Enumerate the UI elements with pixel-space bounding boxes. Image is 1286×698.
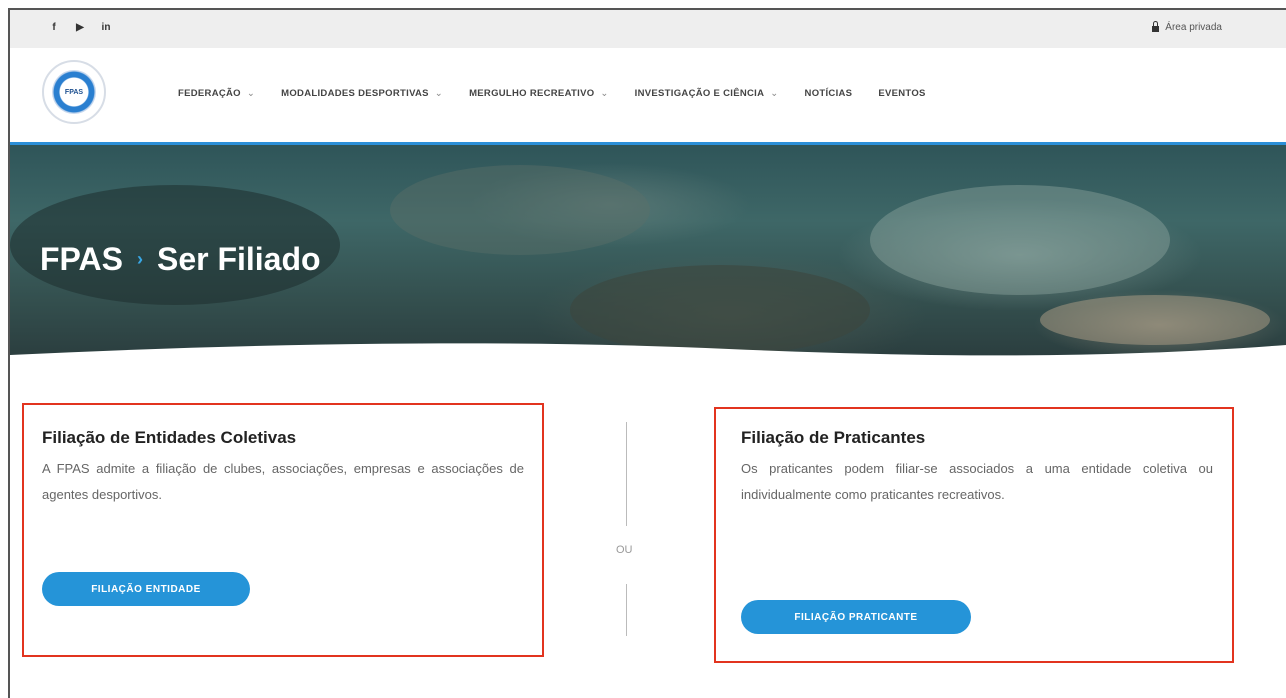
nav-item-eventos[interactable]: EVENTOS bbox=[878, 88, 925, 99]
chevron-down-icon: ⌄ bbox=[246, 88, 256, 99]
divider-top bbox=[626, 422, 627, 526]
browser-frame: f ▶ in Área privada FPAS FEDERAÇÃO ⌄ MODA… bbox=[8, 8, 1286, 698]
divider-bottom bbox=[626, 584, 627, 636]
card-entidades: Filiação de Entidades Coletivas A FPAS a… bbox=[42, 428, 524, 508]
nav-item-investigacao[interactable]: INVESTIGAÇÃO E CIÊNCIA ⌄ bbox=[635, 88, 779, 99]
card-title: Filiação de Praticantes bbox=[741, 428, 926, 447]
hero-wave bbox=[10, 343, 1286, 363]
chevron-right-icon: › bbox=[136, 249, 143, 269]
divider-label: OU bbox=[616, 544, 633, 556]
social-links: f ▶ in bbox=[48, 22, 112, 33]
nav-item-noticias[interactable]: NOTÍCIAS bbox=[805, 88, 853, 99]
breadcrumb-root[interactable]: FPAS bbox=[40, 241, 123, 278]
utility-bar: f ▶ in Área privada bbox=[10, 10, 1286, 48]
card-title: Filiação de Entidades Coletivas bbox=[42, 428, 297, 447]
logo-emblem: FPAS bbox=[52, 70, 96, 114]
private-area-link[interactable]: Área privada bbox=[1152, 21, 1222, 33]
linkedin-icon[interactable]: in bbox=[100, 22, 112, 33]
chevron-down-icon: ⌄ bbox=[600, 88, 609, 99]
lock-icon bbox=[1152, 21, 1160, 32]
nav-item-modalidades[interactable]: MODALIDADES DESPORTIVAS ⌄ bbox=[281, 88, 443, 99]
private-area-label: Área privada bbox=[1165, 22, 1222, 33]
hero-rock bbox=[390, 165, 650, 255]
chevron-down-icon: ⌄ bbox=[770, 88, 779, 99]
card-praticantes: Filiação de Praticantes Os praticantes p… bbox=[741, 428, 1213, 508]
breadcrumb-current: Ser Filiado bbox=[156, 241, 321, 277]
nav-item-federacao[interactable]: FEDERAÇÃO ⌄ bbox=[178, 88, 255, 99]
hero-rock bbox=[870, 185, 1170, 295]
site-header: FPAS FEDERAÇÃO ⌄ MODALIDADES DESPORTIVAS ⌄… bbox=[10, 48, 1286, 142]
facebook-icon[interactable]: f bbox=[48, 22, 60, 33]
hero-banner: FPAS › Ser Filiado bbox=[10, 145, 1286, 363]
youtube-icon[interactable]: ▶ bbox=[74, 22, 86, 33]
filiacao-entidade-button[interactable]: FILIAÇÃO ENTIDADE bbox=[42, 572, 250, 606]
logo-text: FPAS bbox=[64, 88, 84, 96]
filiacao-praticante-button[interactable]: FILIAÇÃO PRATICANTE bbox=[741, 600, 971, 634]
chevron-down-icon: ⌄ bbox=[434, 88, 444, 99]
card-text: A FPAS admite a filiação de clubes, asso… bbox=[42, 461, 524, 502]
nav-item-mergulho[interactable]: MERGULHO RECREATIVO ⌄ bbox=[469, 88, 609, 99]
page-title: FPAS › Ser Filiado bbox=[40, 241, 321, 278]
card-text: Os praticantes podem filiar-se associado… bbox=[741, 461, 1213, 502]
site-logo[interactable]: FPAS bbox=[42, 60, 106, 124]
main-nav: FEDERAÇÃO ⌄ MODALIDADES DESPORTIVAS ⌄ MERG… bbox=[178, 88, 926, 99]
